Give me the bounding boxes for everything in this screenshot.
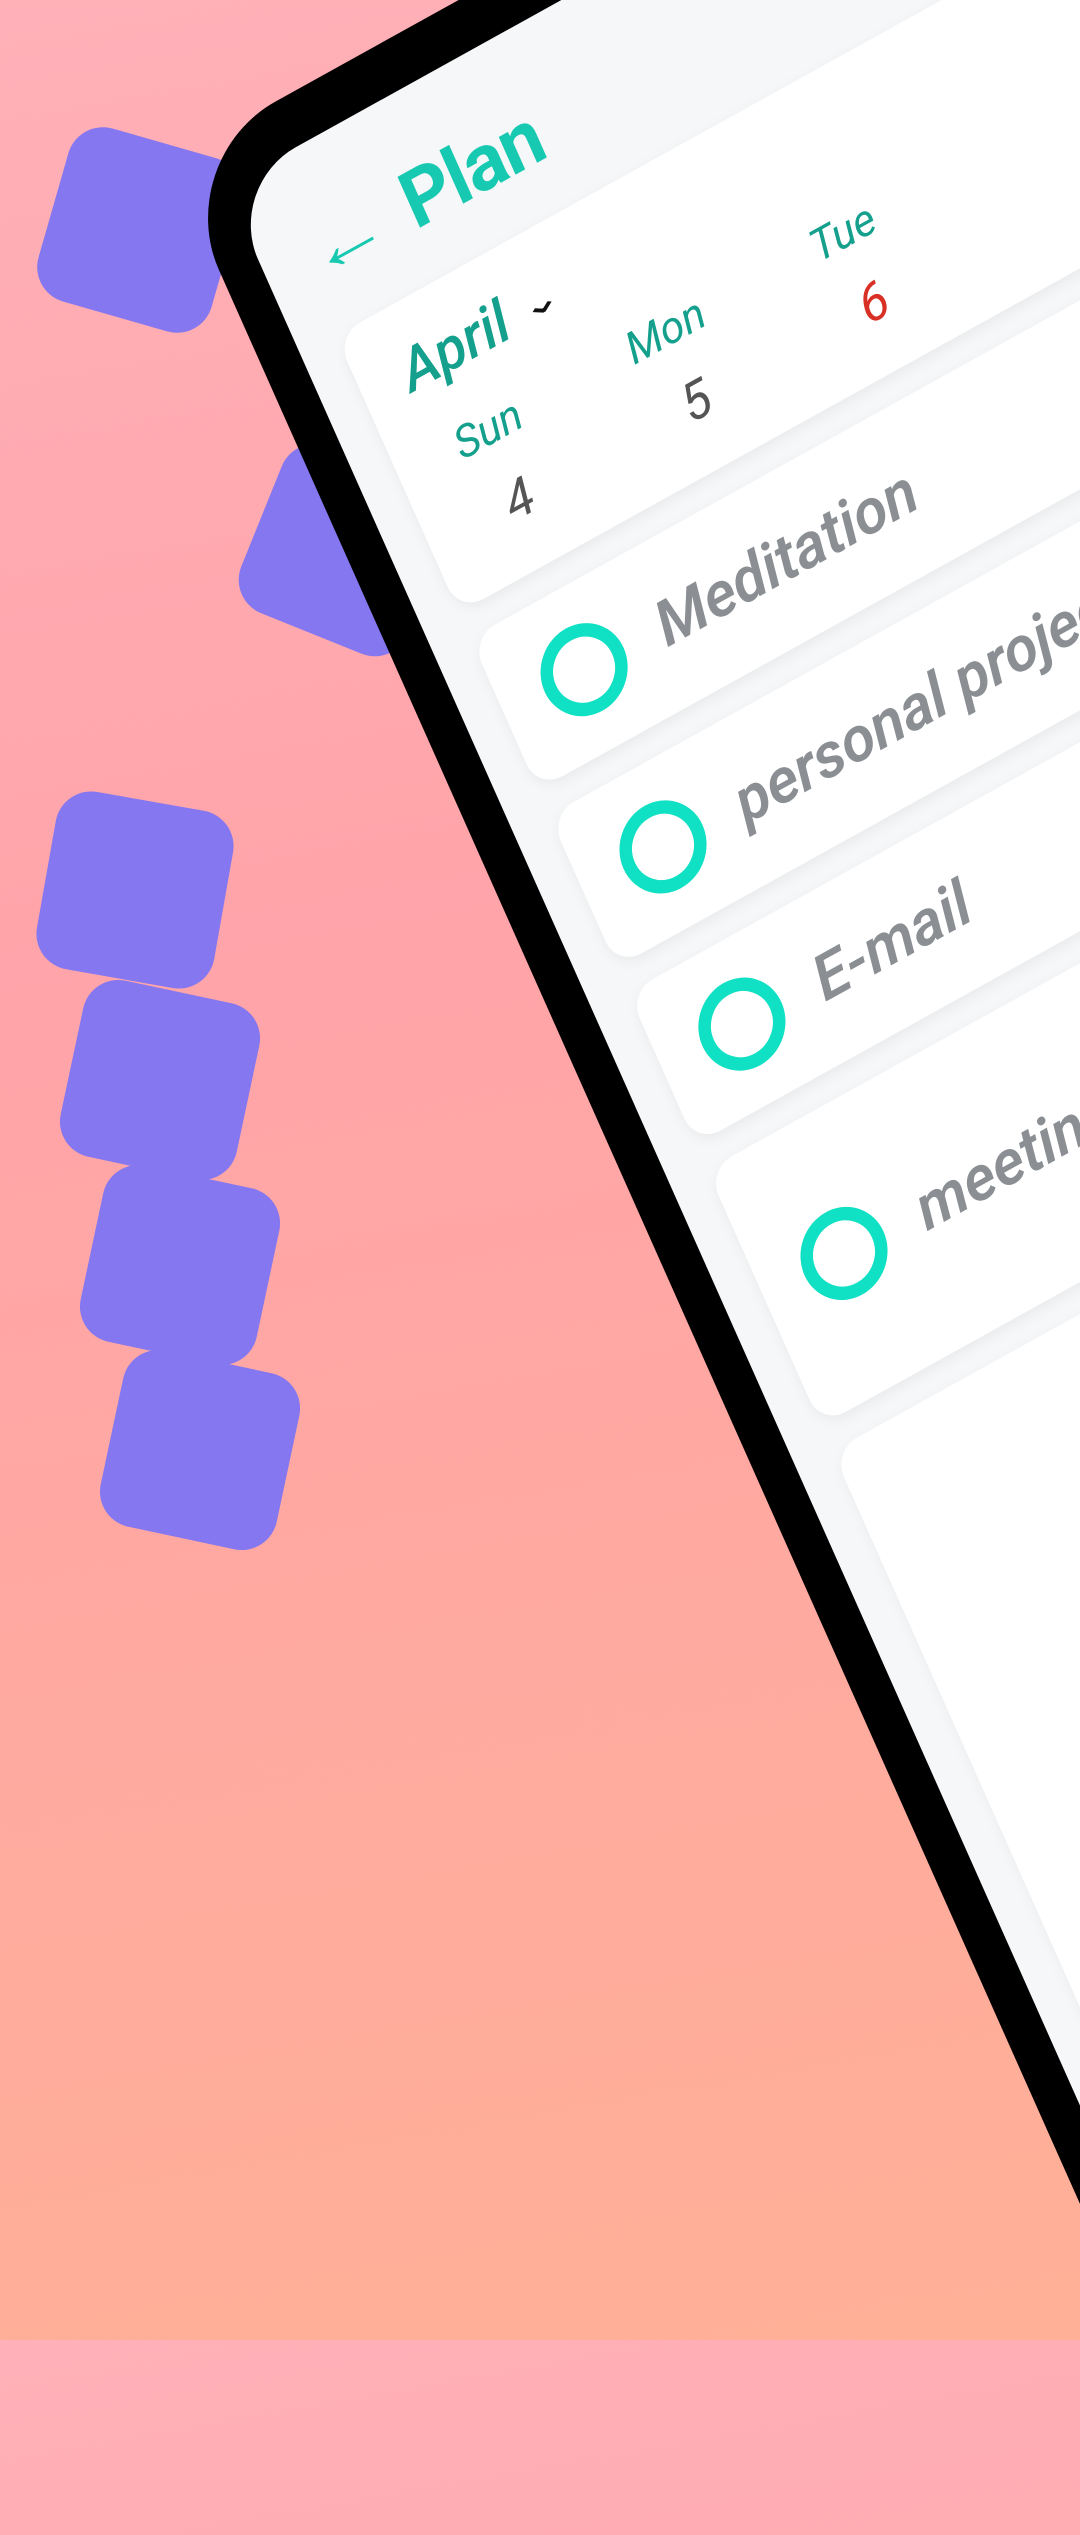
checkbox-circle-icon[interactable] <box>684 961 800 1087</box>
day-tue[interactable]: Tue 6 <box>784 182 935 357</box>
phone-frame: ← Plan April ⌄ Sun 4 Mon 5 Tue 6 <box>170 0 1080 2535</box>
month-label: April <box>390 287 520 406</box>
page-title: Plan <box>387 91 558 248</box>
dow-label: Sun <box>446 388 531 471</box>
chevron-down-icon: ⌄ <box>517 278 564 327</box>
deco-shape <box>93 1343 306 1556</box>
day-number: 4 <box>494 464 544 534</box>
day-sun[interactable]: Sun 4 <box>429 379 580 554</box>
dow-label: Tue <box>802 192 884 273</box>
day-mon[interactable]: Mon 5 <box>606 280 757 455</box>
screen: ← Plan April ⌄ Sun 4 Mon 5 Tue 6 <box>225 0 1080 2470</box>
checkbox-circle-icon[interactable] <box>526 607 642 733</box>
deco-shape <box>73 1158 286 1371</box>
task-name: E-mail <box>802 866 983 1016</box>
back-icon[interactable]: ← <box>293 181 400 297</box>
checkbox-circle-icon[interactable] <box>605 784 721 910</box>
day-number: 6 <box>849 268 899 338</box>
task-name: meeting <box>904 1071 1080 1245</box>
deco-shape <box>53 973 266 1186</box>
dow-label: Mon <box>617 286 713 375</box>
day-number: 5 <box>672 366 722 436</box>
checkbox-circle-icon[interactable] <box>786 1190 902 1316</box>
deco-shape <box>31 786 240 995</box>
